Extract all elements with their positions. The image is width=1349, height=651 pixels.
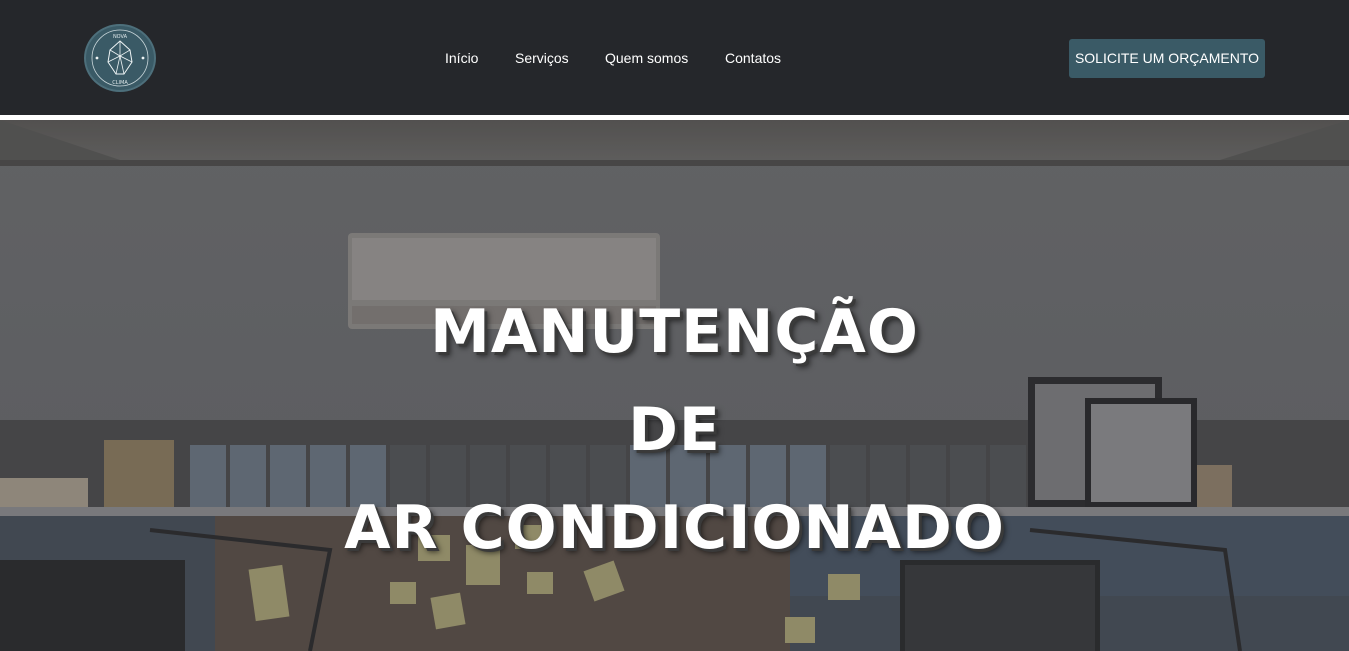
- hero-title-line-1: MANUTENÇÃO: [430, 297, 919, 367]
- request-quote-button[interactable]: SOLICITE UM ORÇAMENTO: [1069, 39, 1265, 78]
- hero-banner: MANUTENÇÃO DE AR CONDICIONADO: [0, 120, 1349, 651]
- nav-link-inicio[interactable]: Início: [445, 49, 478, 67]
- nav-link-contatos[interactable]: Contatos: [725, 49, 781, 67]
- top-navbar: NOVA CLIMA Início Serviços Quem somos Co…: [0, 0, 1349, 115]
- hero-title-line-3: AR CONDICIONADO: [344, 493, 1005, 563]
- nav-link-quem-somos[interactable]: Quem somos: [605, 49, 688, 67]
- logo-text-bottom: CLIMA: [112, 80, 128, 86]
- hero-title-line-2: DE: [628, 395, 721, 465]
- logo-text-top: NOVA: [113, 34, 128, 40]
- hero-title: MANUTENÇÃO DE AR CONDICIONADO: [0, 283, 1349, 577]
- nav-link-servicos[interactable]: Serviços: [515, 49, 569, 67]
